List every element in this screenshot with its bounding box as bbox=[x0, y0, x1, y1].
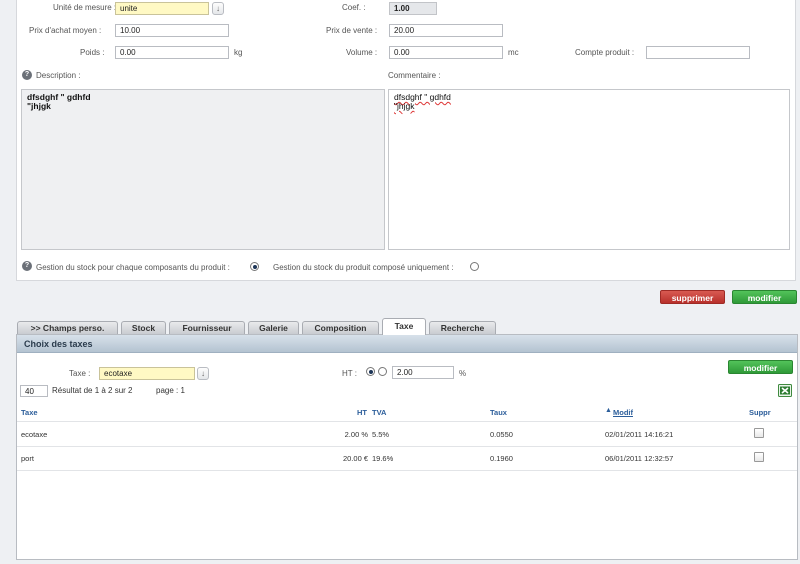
account-input[interactable] bbox=[646, 46, 750, 59]
sort-asc-icon: ▲ bbox=[605, 407, 612, 414]
column-taux[interactable]: Taux bbox=[490, 408, 507, 417]
volume-unit: mc bbox=[508, 48, 519, 57]
page-text: page : 1 bbox=[156, 386, 185, 395]
row2-modif: 06/01/2011 12:32:57 bbox=[605, 454, 674, 463]
coef-label: Coef. : bbox=[342, 3, 366, 12]
comment-textarea[interactable]: dfsdghf " gdhfd "jhjgk bbox=[388, 89, 790, 250]
purchase-price-input[interactable]: 10.00 bbox=[115, 24, 229, 37]
ht-radio[interactable] bbox=[366, 367, 375, 376]
excel-export-icon[interactable] bbox=[778, 384, 792, 397]
ht-label: HT : bbox=[342, 369, 357, 378]
tax-modify-button[interactable]: modifier bbox=[728, 360, 793, 374]
comment-line-2: "jhjgk bbox=[394, 101, 415, 111]
weight-input[interactable]: 0.00 bbox=[115, 46, 229, 59]
tax-select-input[interactable]: ecotaxe bbox=[99, 367, 195, 380]
volume-label: Volume : bbox=[346, 48, 378, 57]
row1-tva: 5.5% bbox=[372, 430, 390, 439]
tab-gallery[interactable]: Galerie bbox=[248, 321, 299, 335]
weight-unit: kg bbox=[234, 48, 243, 57]
coef-value: 1.00 bbox=[389, 2, 437, 15]
description-textarea[interactable]: dfsdghf " gdhfd "jhjgk bbox=[21, 89, 385, 250]
row2-delete-checkbox[interactable] bbox=[754, 452, 764, 462]
description-label: Description : bbox=[36, 71, 81, 80]
comment-label: Commentaire : bbox=[388, 71, 441, 80]
stock-help-icon[interactable]: ? bbox=[22, 261, 32, 271]
row1-delete-checkbox[interactable] bbox=[754, 428, 764, 438]
column-ht[interactable]: HT bbox=[357, 408, 367, 417]
row1-taux: 0.0550 bbox=[490, 430, 513, 439]
column-suppr: Suppr bbox=[749, 408, 771, 417]
percent-sign: % bbox=[459, 369, 467, 378]
row1-modif: 02/01/2011 14:16:21 bbox=[605, 430, 674, 439]
per-page-input[interactable]: 40 bbox=[20, 385, 48, 397]
account-label: Compte produit : bbox=[575, 48, 635, 57]
tab-composition[interactable]: Composition bbox=[302, 321, 379, 335]
row-divider bbox=[17, 470, 797, 471]
sale-price-input[interactable]: 20.00 bbox=[389, 24, 503, 37]
comment-line-1: dfsdghf " gdhfd bbox=[394, 92, 451, 102]
tab-search[interactable]: Recherche bbox=[429, 321, 496, 335]
ttc-radio[interactable] bbox=[378, 367, 387, 376]
volume-input[interactable]: 0.00 bbox=[389, 46, 503, 59]
row2-taux: 0.1960 bbox=[490, 454, 513, 463]
column-modif[interactable]: Modif bbox=[613, 408, 633, 417]
row2-taxe: port bbox=[21, 454, 34, 463]
row2-tva: 19.6% bbox=[372, 454, 394, 463]
tax-label: Taxe : bbox=[69, 369, 91, 378]
tab-supplier[interactable]: Fournisseur bbox=[169, 321, 245, 335]
tab-tax[interactable]: Taxe bbox=[382, 318, 426, 335]
unit-input[interactable]: unite bbox=[115, 2, 209, 15]
sale-price-label: Prix de vente : bbox=[326, 26, 378, 35]
rate-input[interactable]: 2.00 bbox=[392, 366, 454, 379]
row2-ht: 20.00 € bbox=[342, 454, 368, 463]
tab-custom-fields[interactable]: >> Champs perso. bbox=[17, 321, 118, 335]
purchase-price-label: Prix d'achat moyen : bbox=[29, 26, 102, 35]
row1-ht: 2.00 % bbox=[344, 430, 368, 439]
stock-each-radio[interactable] bbox=[250, 262, 259, 271]
weight-label: Poids : bbox=[80, 48, 105, 57]
tax-dropdown-icon[interactable]: ↓ bbox=[197, 367, 209, 380]
tax-panel-title: Choix des taxes bbox=[17, 335, 797, 353]
delete-button[interactable]: supprimer bbox=[660, 290, 725, 304]
column-taxe[interactable]: Taxe bbox=[21, 408, 38, 417]
tab-stock[interactable]: Stock bbox=[121, 321, 166, 335]
modify-button[interactable]: modifier bbox=[732, 290, 797, 304]
result-text: Résultat de 1 à 2 sur 2 bbox=[52, 386, 133, 395]
tax-panel: Choix des taxes Taxe : ecotaxe ↓ HT : 2.… bbox=[16, 334, 798, 560]
header-divider bbox=[17, 421, 797, 422]
description-line-2: "jhjgk bbox=[27, 101, 51, 111]
description-help-icon[interactable]: ? bbox=[22, 70, 32, 80]
unit-dropdown-icon[interactable]: ↓ bbox=[212, 2, 224, 15]
unit-label: Unité de mesure : bbox=[53, 3, 117, 12]
stock-composite-label: Gestion du stock du produit composé uniq… bbox=[273, 263, 454, 272]
row-divider bbox=[17, 446, 797, 447]
row1-taxe: ecotaxe bbox=[21, 430, 48, 439]
stock-each-label: Gestion du stock pour chaque composants … bbox=[36, 263, 230, 272]
stock-composite-radio[interactable] bbox=[470, 262, 479, 271]
column-tva[interactable]: TVA bbox=[372, 408, 386, 417]
description-line-1: dfsdghf " gdhfd bbox=[27, 92, 91, 102]
